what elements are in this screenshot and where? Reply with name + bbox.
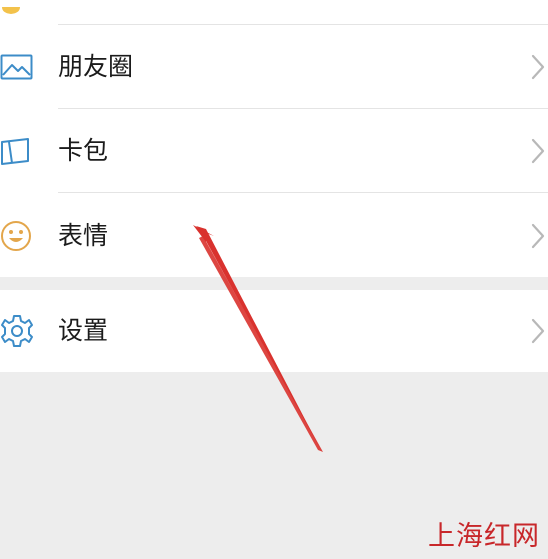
chevron-right-icon xyxy=(530,223,546,249)
menu-item-label: 表情 xyxy=(58,221,109,250)
menu-item-label: 卡包 xyxy=(58,136,109,165)
chevron-right-icon xyxy=(530,318,546,344)
menu-section-main: 朋友圈 卡包 表情 xyxy=(0,0,548,277)
gear-icon xyxy=(0,314,34,348)
menu-item-label: 朋友圈 xyxy=(58,52,134,81)
menu-item-stickers[interactable]: 表情 xyxy=(0,193,548,277)
smiley-face-icon xyxy=(0,219,34,253)
settings-label: 设置 xyxy=(58,316,109,345)
wechat-me-menu-screen: 朋友圈 卡包 表情 设置 上海红网 xyxy=(0,0,548,559)
previous-item-icon-fragment xyxy=(0,0,22,14)
card-wallet-icon xyxy=(0,134,34,168)
moments-landscape-icon xyxy=(0,50,34,84)
menu-item-card-wallet[interactable]: 卡包 xyxy=(0,109,548,193)
watermark-text: 上海红网 xyxy=(428,521,540,552)
menu-item-settings[interactable]: 设置 xyxy=(0,290,548,372)
chevron-right-icon xyxy=(530,54,546,80)
menu-section-settings: 设置 xyxy=(0,290,548,372)
chevron-right-icon xyxy=(530,138,546,164)
menu-item-moments[interactable]: 朋友圈 xyxy=(0,25,548,109)
